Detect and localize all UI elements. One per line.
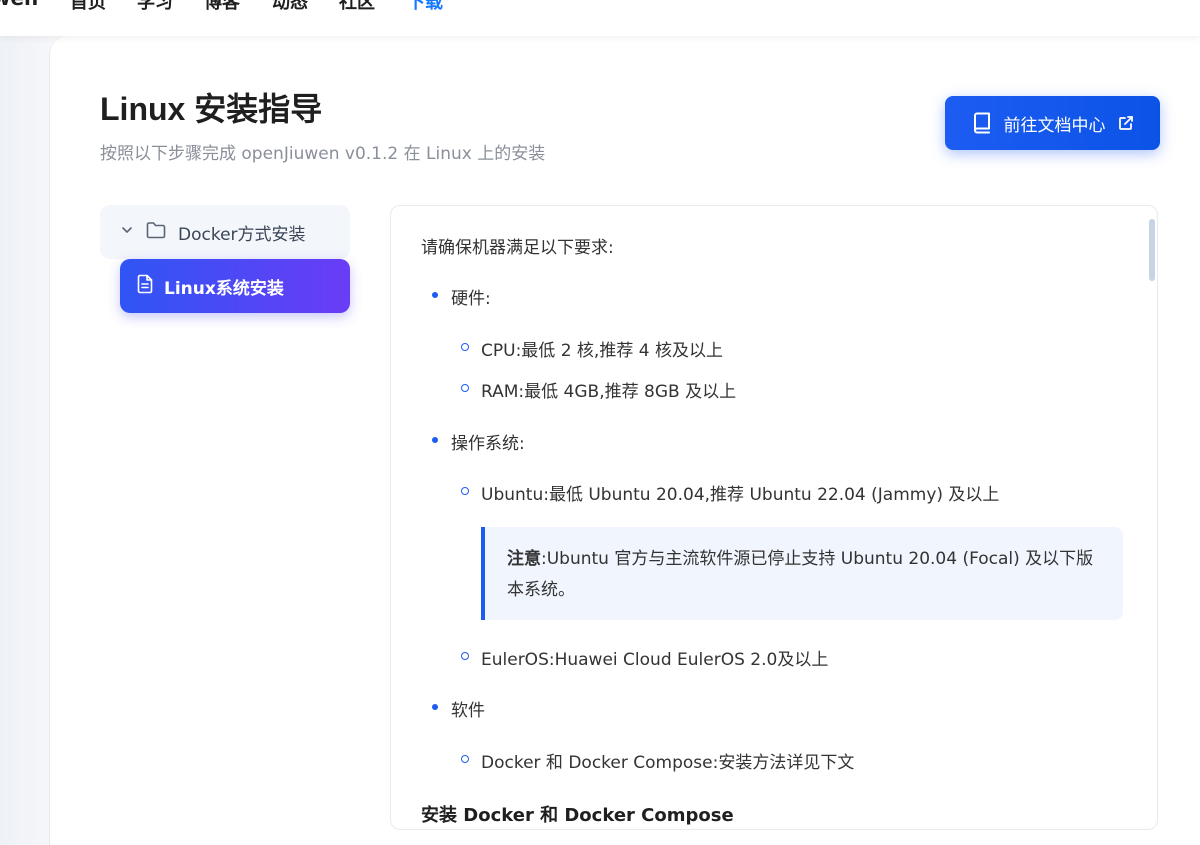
note-label: 注意 [507,549,541,569]
requirements-intro: 请确保机器满足以下要求: [421,238,614,258]
scrollbar-thumb[interactable] [1149,219,1155,281]
bullet-ring [461,755,469,763]
page-subtitle: 按照以下步骤完成 openJiuwen v0.1.2 在 Linux 上的安装 [100,144,546,164]
sidebar-folder-docker-install[interactable]: Docker方式安装 [100,205,350,259]
bullet-ring [461,487,469,495]
book-icon [972,112,992,134]
docs-center-button-label: 前往文档中心 [1003,115,1106,136]
chevron-down-icon[interactable] [120,222,134,242]
euleros-requirement: EulerOS:Huawei Cloud EulerOS 2.0及以上 [481,650,829,670]
bullet-dot [432,704,438,710]
folder-icon [146,221,166,244]
top-navigation: wen 首页 学习 博客 动态 社区 下载 [0,0,1200,36]
bullet-dot [432,292,438,298]
left-background-strip [0,36,50,845]
content-panel: 请确保机器满足以下要求: 硬件: CPU:最低 2 核,推荐 4 核及以上 RA… [390,205,1158,830]
bullet-ring [461,384,469,392]
section-heading-install-docker: 安装 Docker 和 Docker Compose [421,805,734,826]
sidebar-item-linux-install[interactable]: Linux系统安装 [120,259,350,313]
ram-requirement: RAM:最低 4GB,推荐 8GB 及以上 [481,382,737,402]
os-label: 操作系统: [451,434,525,454]
nav-blog[interactable]: 博客 [204,0,240,14]
sidebar-item-label: Linux系统安装 [164,278,284,299]
scrollbar[interactable] [1147,214,1155,824]
nav-download[interactable]: 下载 [407,0,443,14]
file-text-icon [136,274,154,299]
docs-center-button[interactable]: 前往文档中心 [945,96,1160,150]
external-link-icon [1118,115,1134,131]
bullet-dot [432,437,438,443]
nav-community[interactable]: 社区 [339,0,375,14]
bullet-ring [461,652,469,660]
nav-news[interactable]: 动态 [272,0,308,14]
note-text: 注意:Ubuntu 官方与主流软件源已停止支持 Ubuntu 20.04 (Fo… [507,544,1107,606]
cpu-requirement: CPU:最低 2 核,推荐 4 核及以上 [481,341,723,361]
bullet-ring [461,343,469,351]
nav-learn[interactable]: 学习 [137,0,173,14]
brand-logo-text[interactable]: wen [0,0,38,10]
ubuntu-requirement: Ubuntu:最低 Ubuntu 20.04,推荐 Ubuntu 22.04 (… [481,485,1000,505]
docker-requirement: Docker 和 Docker Compose:安装方法详见下文 [481,753,855,773]
note-body: :Ubuntu 官方与主流软件源已停止支持 Ubuntu 20.04 (Foca… [507,549,1094,600]
sidebar-folder-label: Docker方式安装 [178,224,306,245]
software-label: 软件 [451,701,485,721]
hardware-label: 硬件: [451,289,491,309]
nav-home[interactable]: 首页 [70,0,106,14]
page-title: Linux 安装指导 [100,91,323,127]
note-callout: 注意:Ubuntu 官方与主流软件源已停止支持 Ubuntu 20.04 (Fo… [481,527,1123,620]
